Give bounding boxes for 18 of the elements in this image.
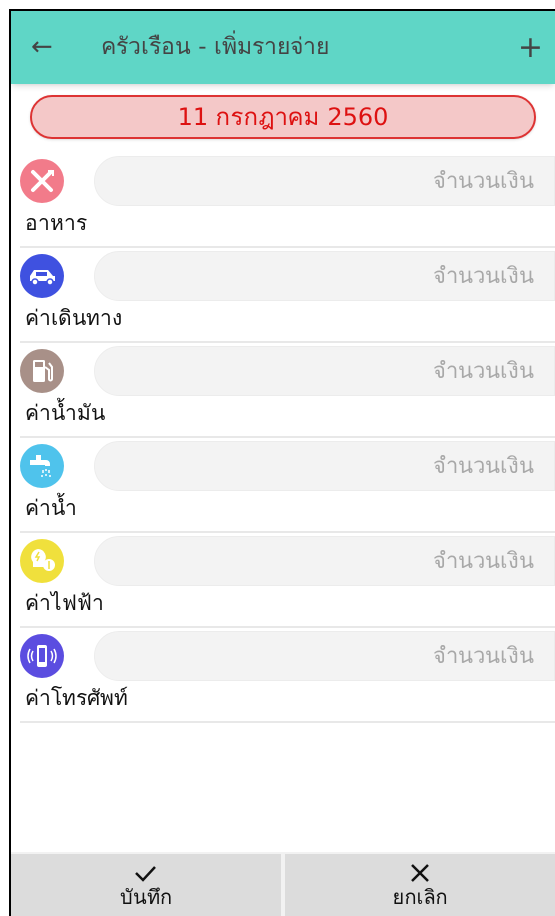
- add-button[interactable]: +: [518, 25, 543, 70]
- amount-field[interactable]: จำนวนเงิน: [94, 156, 555, 206]
- amount-field[interactable]: จำนวนเงิน: [94, 251, 555, 301]
- category-label: ค่าไฟฟ้า: [24, 590, 105, 617]
- amount-field[interactable]: จำนวนเงิน: [94, 536, 555, 586]
- category-label: ค่าเดินทาง: [24, 305, 123, 332]
- category-label: ค่าน้ำมัน: [20, 398, 555, 430]
- amount-field[interactable]: จำนวนเงิน: [94, 441, 555, 491]
- cancel-button[interactable]: ยกเลิก: [285, 854, 555, 916]
- category-label: ค่าน้ำ: [20, 493, 555, 524]
- date-banner[interactable]: 11 กรกฎาคม 2560: [30, 95, 536, 139]
- amount-field[interactable]: จำนวนเงิน: [94, 631, 555, 681]
- save-button[interactable]: บันทึก: [11, 854, 281, 916]
- amount-field[interactable]: จำนวนเงิน: [94, 346, 555, 396]
- back-button[interactable]: ←: [31, 28, 71, 67]
- category-label: ค่าโทรศัพท์: [24, 685, 129, 712]
- screen-title: ครัวเรือน - เพิ่มรายจ่าย: [101, 30, 518, 65]
- category-label: อาหาร: [24, 210, 88, 237]
